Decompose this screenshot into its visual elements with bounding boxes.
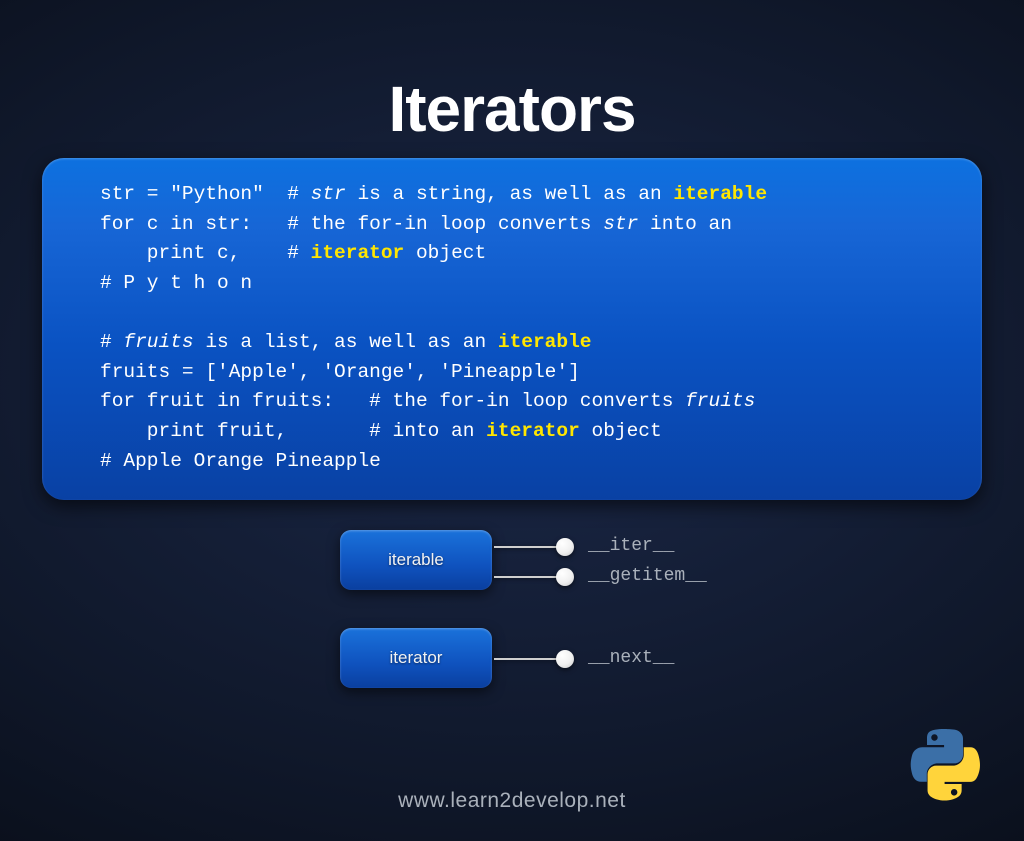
method-getitem: __getitem__ [588,566,707,586]
code-italic: str [603,213,638,235]
code-t: is a list, as well as an [194,331,498,353]
code-t: is a string, as well as an [346,183,674,205]
code-highlight: iterable [498,331,592,353]
code-t: for c in str: # the for-in loop converts [100,213,603,235]
code-panel: str = "Python" # str is a string, as wel… [42,158,982,500]
code-italic: str [311,183,346,205]
connector-dot [556,538,574,556]
code-t: for fruit in fruits: # the for-in loop c… [100,390,685,412]
code-t: print c, # [100,242,311,264]
diagram-area: iterable __iter__ __getitem__ iterator _… [0,524,1024,704]
method-iter: __iter__ [588,536,674,556]
method-next: __next__ [588,648,674,668]
code-italic: fruits [685,390,755,412]
iterable-label: iterable [388,550,444,570]
code-t: print fruit, # into an [100,420,486,442]
connector-line [494,576,558,578]
code-t: # [287,183,310,205]
connector-line [494,546,558,548]
code-italic: fruits [123,331,193,353]
iterator-label: iterator [390,648,443,668]
code-t: fruits = ['Apple', 'Orange', 'Pineapple'… [100,361,580,383]
code-t: # Apple Orange Pineapple [100,450,381,472]
code-t: str = "Python" [100,183,287,205]
connector-dot [556,568,574,586]
code-highlight: iterator [486,420,580,442]
footer-url: www.learn2develop.net [0,789,1024,813]
connector-dot [556,650,574,668]
iterable-box: iterable [340,530,492,590]
code-t: object [580,420,662,442]
code-t: # P y t h o n [100,272,252,294]
connector-line [494,658,558,660]
code-t: into an [638,213,732,235]
slide-title: Iterators [0,72,1024,146]
code-highlight: iterator [311,242,405,264]
iterator-box: iterator [340,628,492,688]
code-t: object [404,242,486,264]
code-highlight: iterable [673,183,767,205]
code-t: # [100,331,123,353]
python-logo-icon [908,729,980,801]
